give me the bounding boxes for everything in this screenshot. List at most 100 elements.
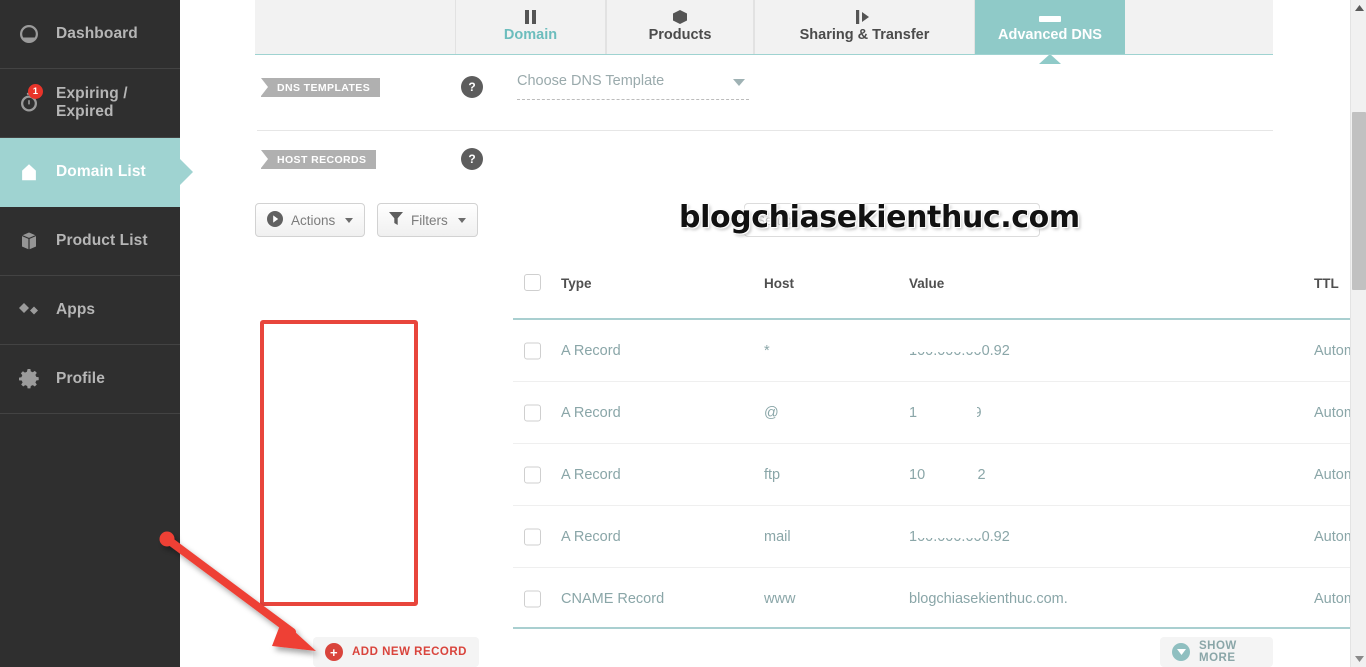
row-checkbox[interactable] <box>524 590 541 608</box>
cell-host: ftp <box>764 466 781 483</box>
host-records-help-icon[interactable]: ? <box>461 148 483 170</box>
tab-label: Products <box>648 27 712 43</box>
cell-type: A Record <box>561 404 621 421</box>
share-arrow-icon <box>855 10 874 24</box>
cell-host: @ <box>764 404 779 421</box>
dns-templates-label: DNS TEMPLATES <box>277 81 371 94</box>
cell-type: A Record <box>561 342 621 359</box>
tab-label: Sharing & Transfer <box>799 27 930 43</box>
sidebar-item-label: Dashboard <box>56 25 138 42</box>
box-icon <box>16 228 42 254</box>
row-checkbox[interactable] <box>524 404 541 421</box>
cell-value: blogchiasekienthuc.com. <box>909 591 1068 607</box>
tab-label: Advanced DNS <box>998 27 1102 43</box>
sidebar-item-label: Profile <box>56 370 105 387</box>
cell-type: A Record <box>561 528 621 545</box>
table-row[interactable]: A Record @ 1 59 Automatic <box>513 382 1366 444</box>
dns-templates-tag: DNS TEMPLATES <box>261 78 381 97</box>
page-scrollbar[interactable] <box>1350 0 1366 667</box>
stopwatch-icon: 1 <box>16 84 43 116</box>
column-header-host: Host <box>764 276 794 291</box>
table-row[interactable]: A Record mail 100.000.000.92 Automatic <box>513 506 1366 568</box>
show-more-button[interactable]: SHOW MORE <box>1160 637 1273 667</box>
row-checkbox[interactable] <box>524 342 541 359</box>
play-circle-icon <box>267 210 283 230</box>
column-header-type: Type <box>561 276 592 291</box>
host-records-label: HOST RECORDS <box>277 153 367 166</box>
tab-advanced-dns[interactable]: Advanced DNS <box>975 0 1125 55</box>
cell-value: 100.000.000.92 <box>909 525 1010 545</box>
redaction-mask <box>907 339 982 352</box>
redaction-mask <box>925 458 977 481</box>
tab-products[interactable]: Products <box>606 0 754 55</box>
server-icon <box>1039 10 1061 24</box>
watermark: blogchiasekienthuc.com <box>679 200 1080 235</box>
actions-label: Actions <box>291 212 336 228</box>
actions-button[interactable]: Actions <box>255 203 366 237</box>
filters-button[interactable]: Filters <box>377 203 478 237</box>
add-new-record-button[interactable]: + ADD NEW RECORD <box>313 637 479 667</box>
sidebar-item-label: Product List <box>56 232 148 249</box>
redaction-mask <box>917 525 982 538</box>
cell-type: CNAME Record <box>561 591 665 607</box>
scroll-down-arrow-icon[interactable] <box>1351 651 1366 667</box>
tabstrip-underline <box>255 54 1273 55</box>
cell-type: A Record <box>561 466 621 483</box>
sidebar-item-product-list[interactable]: Product List <box>0 207 180 276</box>
cell-value: 100.000.000.92 <box>907 339 1010 359</box>
chevron-down-icon <box>345 217 354 223</box>
sidebar-item-domain-list[interactable]: Domain List <box>0 138 180 207</box>
sidebar-item-label: Expiring / Expired <box>56 85 128 120</box>
tab-label: Domain <box>503 27 558 43</box>
cell-host: www <box>764 591 796 607</box>
table-row[interactable]: A Record * 100.000.000.92 Automatic <box>513 320 1366 382</box>
main-content: Domain Products Sharing & Transfer Advan… <box>255 0 1366 667</box>
gear-icon <box>16 366 42 392</box>
gauge-icon <box>16 21 42 47</box>
show-more-label: SHOW MORE <box>1199 640 1237 664</box>
sidebar-item-profile[interactable]: Profile <box>0 345 180 414</box>
sidebar-item-dashboard[interactable]: Dashboard <box>0 0 180 69</box>
row-checkbox[interactable] <box>524 528 541 545</box>
page-root: Dashboard 1 Expiring / Expired Domain Li… <box>0 0 1366 667</box>
host-records-tag: HOST RECORDS <box>261 150 377 169</box>
cube-icon <box>672 10 688 24</box>
sidebar-item-label: Apps <box>56 301 96 318</box>
table-row[interactable]: CNAME Record www blogchiasekienthuc.com.… <box>513 568 1366 630</box>
sidebar-item-apps[interactable]: Apps <box>0 276 180 345</box>
dns-template-value: Choose DNS Template <box>517 73 665 89</box>
scroll-up-arrow-icon[interactable] <box>1351 0 1366 16</box>
plus-circle-icon: + <box>325 643 343 661</box>
cell-host: mail <box>764 528 791 545</box>
table-footer-rule <box>513 627 1366 629</box>
column-header-value: Value <box>909 276 945 291</box>
table-header: Type Host Value TTL <box>513 270 1366 298</box>
funnel-icon <box>389 211 403 229</box>
sidebar-item-expiring-expired[interactable]: 1 Expiring / Expired <box>0 69 180 138</box>
diamonds-icon <box>16 297 42 323</box>
plus-glyph: + <box>329 644 339 660</box>
chevron-down-icon <box>457 217 466 223</box>
sidebar-item-label: Domain List <box>56 163 146 180</box>
filters-label: Filters <box>411 212 448 228</box>
cell-value: 1 59 <box>909 396 982 421</box>
sidebar: Dashboard 1 Expiring / Expired Domain Li… <box>0 0 180 667</box>
domain-tabs: Domain Products Sharing & Transfer Advan… <box>255 0 1273 55</box>
section-divider <box>257 130 1273 131</box>
dns-templates-help-icon[interactable]: ? <box>461 76 483 98</box>
help-glyph: ? <box>468 152 476 166</box>
expiring-count-badge: 1 <box>28 84 43 99</box>
tab-domain[interactable]: Domain <box>455 0 606 55</box>
row-checkbox[interactable] <box>524 466 541 483</box>
tab-sharing-transfer[interactable]: Sharing & Transfer <box>754 0 975 55</box>
scrollbar-thumb[interactable] <box>1352 112 1366 290</box>
help-glyph: ? <box>468 80 476 94</box>
column-header-ttl: TTL <box>1314 276 1339 291</box>
pause-bars-icon <box>523 10 538 24</box>
dns-template-select[interactable]: Choose DNS Template <box>517 72 749 100</box>
select-all-checkbox[interactable] <box>524 274 541 291</box>
cell-value: 10 92 <box>909 458 986 483</box>
chevron-down-icon <box>733 79 745 86</box>
table-row[interactable]: A Record ftp 10 92 Automatic <box>513 444 1366 506</box>
home-icon <box>16 159 42 185</box>
